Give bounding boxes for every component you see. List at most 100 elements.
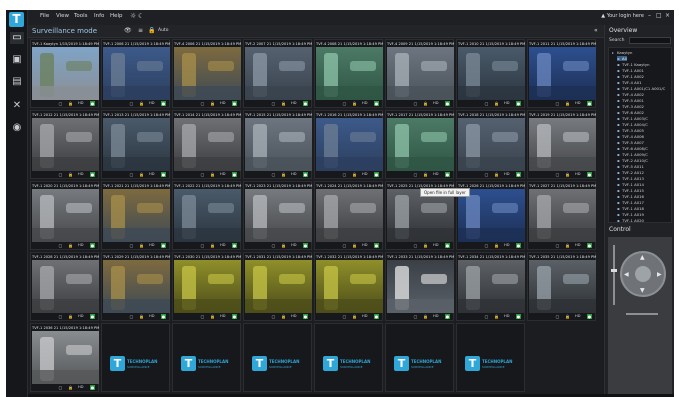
lock-icon[interactable]: 🔒 [494, 101, 499, 106]
hd-label[interactable]: HD [149, 101, 154, 105]
record-icon[interactable]: ● [374, 101, 379, 106]
camera-video[interactable] [387, 118, 454, 171]
camera-video[interactable] [103, 189, 170, 242]
hd-label[interactable]: HD [575, 172, 580, 176]
tree-item-camera[interactable]: ▪ TVF-1 A002 [617, 74, 644, 79]
hd-label[interactable]: HD [78, 385, 83, 389]
camera-tile[interactable]: TVF-1 2016 21 1/15/2019 1:18:49 PM ▢ 🔒 HD ● [314, 110, 383, 179]
tree-item-camera[interactable]: ▪ TVF-1 A013 [617, 176, 644, 181]
snapshot-icon[interactable]: ▢ [271, 101, 276, 106]
close-button[interactable]: × [665, 12, 670, 19]
hd-label[interactable]: HD [362, 243, 367, 247]
snapshot-icon[interactable]: ▢ [200, 314, 205, 319]
tree-item-camera[interactable]: ▪ TVF-4 A006 [617, 134, 644, 139]
lock-icon[interactable]: 🔒 [281, 101, 286, 106]
hd-label[interactable]: HD [504, 101, 509, 105]
user-login[interactable]: ▲ Your login here [601, 13, 644, 19]
record-icon[interactable]: ● [232, 314, 237, 319]
hd-label[interactable]: HD [78, 101, 83, 105]
tree-item-camera[interactable]: ▪ TVF-5 A011 [617, 164, 644, 169]
snapshot-icon[interactable]: ▢ [129, 314, 134, 319]
camera-tile[interactable]: TVF-1 2015 21 1/15/2019 1:18:49 PM ▢ 🔒 HD ● [243, 110, 312, 179]
hd-label[interactable]: HD [149, 243, 154, 247]
record-icon[interactable]: ● [161, 314, 166, 319]
hd-label[interactable]: HD [362, 101, 367, 105]
hd-label[interactable]: HD [291, 101, 296, 105]
hd-label[interactable]: HD [220, 314, 225, 318]
camera-tile[interactable]: TVF-1 Kaaytyn 1/15/2019 1:18:49 PM ▢ 🔒 HD ● [30, 39, 99, 108]
hd-label[interactable]: HD [78, 314, 83, 318]
lock-icon[interactable]: 🔒 [68, 385, 73, 390]
snapshot-icon[interactable]: ▢ [129, 243, 134, 248]
empty-camera-slot[interactable]: T TECHNOPLAN SURVEILLANCE [101, 323, 170, 392]
record-icon[interactable]: ● [90, 314, 95, 319]
snapshot-icon[interactable]: ▢ [200, 172, 205, 177]
empty-camera-slot[interactable]: T TECHNOPLAN SURVEILLANCE [243, 323, 312, 392]
lock-icon[interactable]: 🔒 [494, 172, 499, 177]
snapshot-icon[interactable]: ▢ [271, 314, 276, 319]
camera-video[interactable] [245, 260, 312, 313]
record-icon[interactable]: ● [445, 172, 450, 177]
snapshot-icon[interactable]: ▢ [342, 172, 347, 177]
camera-video[interactable] [174, 260, 241, 313]
camera-video[interactable] [32, 260, 99, 313]
tools-icon[interactable]: ✕ [10, 100, 24, 112]
camera-tile[interactable]: TVF-1 2012 21 1/15/2019 1:18:49 PM ▢ 🔒 HD ● [30, 110, 99, 179]
tree-item-camera[interactable]: ▪ TVF-1 A020 [617, 218, 644, 222]
camera-tile[interactable]: TVF-1 2033 21 1/15/2019 1:18:49 PM ▢ 🔒 HD ● [385, 252, 454, 321]
empty-camera-slot[interactable]: T TECHNOPLAN SURVEILLANCE [385, 323, 454, 392]
tree-item-camera[interactable]: ▪ TVF-4 A002 [617, 92, 644, 97]
record-icon[interactable]: ● [232, 101, 237, 106]
tree-item-camera[interactable]: ▪ TVF-1 A001/C1 A001/C [617, 86, 665, 91]
search-input[interactable] [629, 37, 671, 44]
lock-icon[interactable]: 🔒 [281, 243, 286, 248]
lock-icon[interactable]: 🔒 [68, 314, 73, 319]
camera-tile[interactable]: TVF-4 2006 21 1/15/2019 1:18:49 PM ▢ 🔒 HD ● [172, 39, 241, 108]
camera-tile[interactable]: TVF-1 2017 21 1/15/2019 1:18:49 PM ▢ 🔒 HD ● [385, 110, 454, 179]
snapshot-icon[interactable]: ▢ [555, 314, 560, 319]
lock-icon[interactable]: 🔒 [565, 314, 570, 319]
hd-label[interactable]: HD [504, 243, 509, 247]
camera-tile[interactable]: TVF-2 2007 21 1/15/2019 1:18:49 PM ▢ 🔒 HD ● [243, 39, 312, 108]
lock-icon[interactable]: 🔒 [352, 243, 357, 248]
snapshot-icon[interactable]: ▢ [200, 243, 205, 248]
record-icon[interactable]: ● [374, 172, 379, 177]
record-icon[interactable]: ● [516, 101, 521, 106]
record-icon[interactable]: ● [374, 243, 379, 248]
tree-item-camera[interactable]: ▪ TVF-1 A018 [617, 206, 644, 211]
tree-item-camera[interactable]: ▪ TVF-3 A005 [617, 128, 644, 133]
record-icon[interactable]: ● [161, 172, 166, 177]
camera-video[interactable] [529, 47, 596, 100]
empty-camera-slot[interactable]: T TECHNOPLAN SURVEILLANCE [314, 323, 383, 392]
lock-icon[interactable]: 🔒 [281, 314, 286, 319]
camera-tile[interactable]: TVF-1 2024 21 1/15/2019 1:18:49 PM ▢ 🔒 HD ● [314, 181, 383, 250]
camera-video[interactable] [245, 47, 312, 100]
tree-item-camera[interactable]: ▪ TVF-1 A014 [617, 182, 644, 187]
camera-video[interactable] [316, 47, 383, 100]
camera-tile[interactable]: TVF-1 2022 21 1/15/2019 1:18:49 PM ▢ 🔒 HD ● [172, 181, 241, 250]
camera-tile[interactable]: TVF-1 2014 21 1/15/2019 1:18:49 PM ▢ 🔒 HD ● [172, 110, 241, 179]
lock-icon[interactable]: 🔒 [352, 314, 357, 319]
camera-video[interactable] [458, 118, 525, 171]
hd-label[interactable]: HD [220, 172, 225, 176]
lock-icon[interactable]: 🔒 [352, 101, 357, 106]
hd-label[interactable]: HD [433, 243, 438, 247]
record-icon[interactable]: ● [232, 172, 237, 177]
tree-item-camera[interactable]: ▪ TVF-6 A008/C [617, 146, 648, 151]
camera-tile[interactable]: TVF-4 2008 21 1/15/2019 1:18:49 PM ▢ 🔒 HD ● [314, 39, 383, 108]
camera-video[interactable] [458, 260, 525, 313]
snapshot-icon[interactable]: ▢ [342, 101, 347, 106]
lock-icon[interactable]: 🔒 [210, 101, 215, 106]
record-icon[interactable]: ● [90, 243, 95, 248]
lock-icon[interactable]: 🔒 [352, 172, 357, 177]
hd-label[interactable]: HD [149, 314, 154, 318]
hd-label[interactable]: HD [504, 314, 509, 318]
camera-video[interactable] [316, 189, 383, 242]
snapshot-icon[interactable]: ▢ [342, 314, 347, 319]
maximize-button[interactable]: □ [656, 12, 662, 19]
gamepad-icon[interactable]: ◉ [10, 122, 24, 134]
camera-tile[interactable]: TVF-1 2018 21 1/15/2019 1:18:49 PM ▢ 🔒 HD ● [456, 110, 525, 179]
lock-icon[interactable]: 🔒 [423, 172, 428, 177]
camera-video[interactable] [32, 331, 99, 384]
camera-video[interactable] [103, 118, 170, 171]
